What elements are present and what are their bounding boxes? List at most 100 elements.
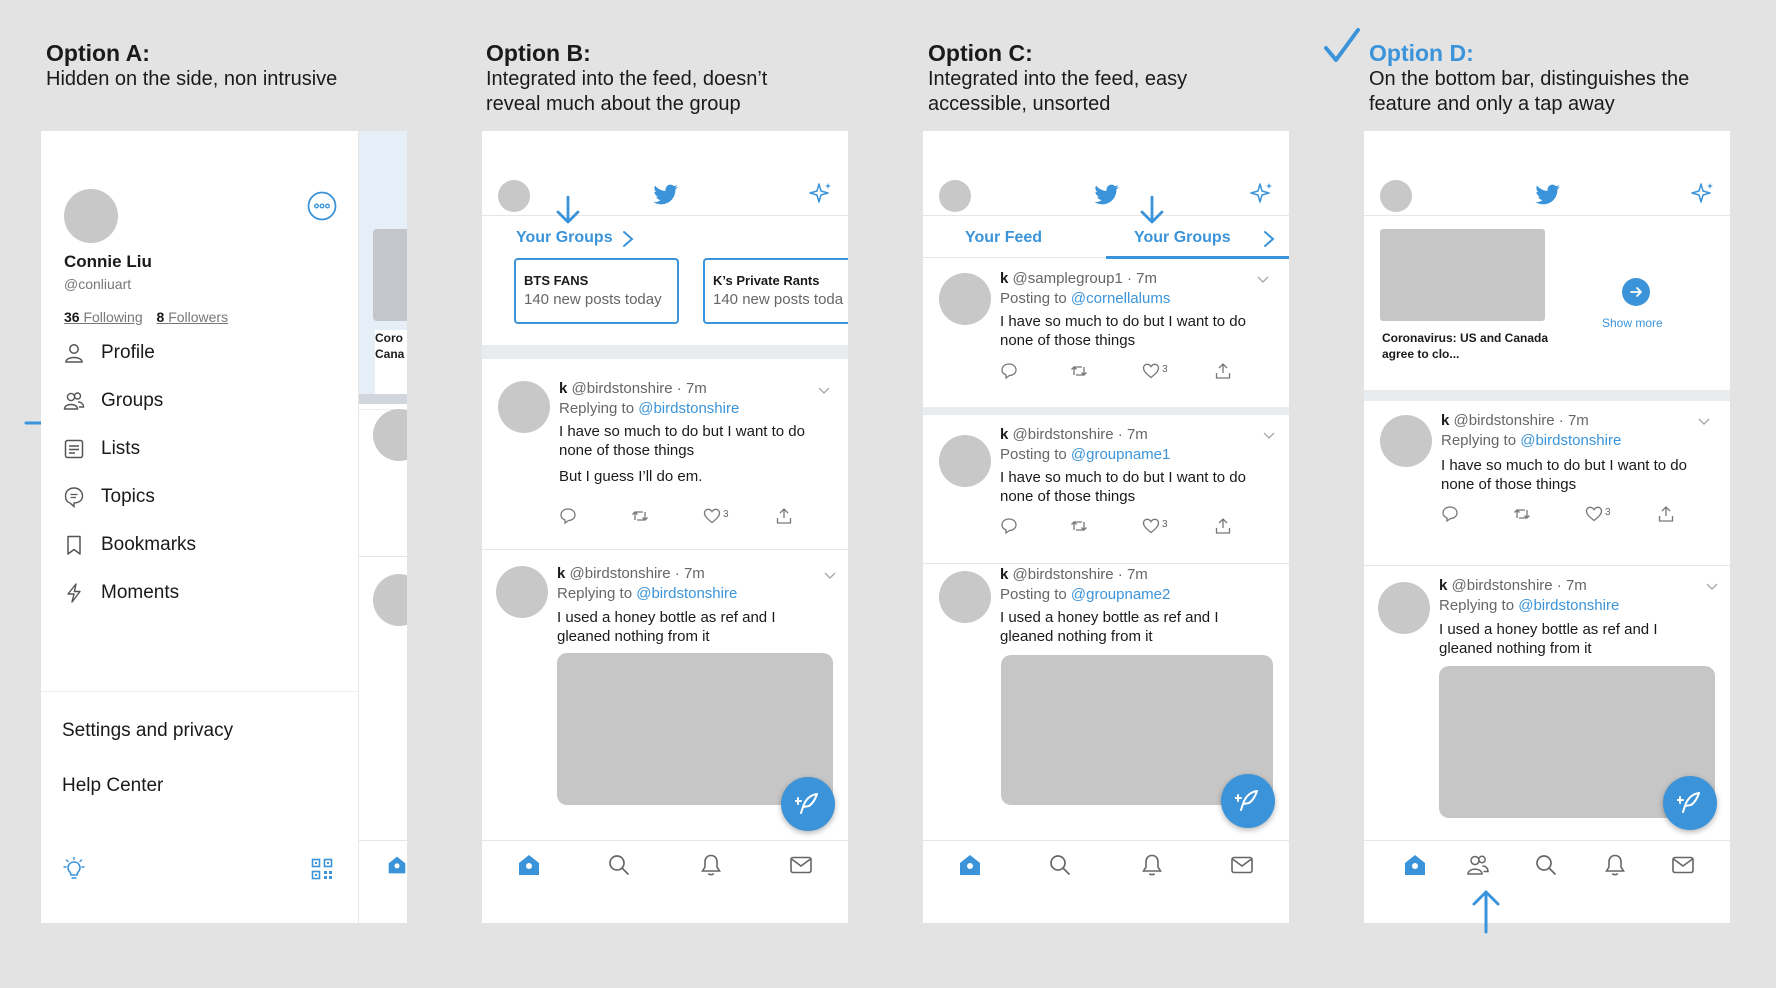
home-icon — [388, 856, 406, 874]
compose-button[interactable] — [781, 777, 835, 831]
menu-groups[interactable]: Groups — [63, 387, 163, 415]
tweet-text: I have so much to do but I want to do no… — [1441, 457, 1687, 493]
tweet-avatar[interactable] — [498, 381, 550, 433]
share-icon[interactable] — [1214, 362, 1232, 380]
groups-tab-icon[interactable] — [1466, 853, 1490, 877]
heart-icon[interactable] — [1142, 362, 1160, 380]
lightbulb-icon[interactable] — [61, 856, 87, 882]
sparkle-icon[interactable] — [809, 182, 833, 206]
chevron-down-icon[interactable] — [1706, 583, 1718, 591]
menu-moments[interactable]: Moments — [63, 579, 179, 607]
menu-lists[interactable]: Lists — [63, 435, 140, 463]
home-icon[interactable] — [958, 853, 982, 877]
retweet-icon[interactable] — [1513, 505, 1531, 523]
chevron-down-icon[interactable] — [818, 387, 830, 395]
avatar[interactable] — [498, 180, 530, 212]
news-caption[interactable]: Coronavirus: US and Canada agree to clo.… — [1382, 330, 1552, 362]
chevron-down-icon[interactable] — [824, 572, 836, 580]
tab-your-groups[interactable]: Your Groups — [1134, 229, 1231, 247]
share-icon[interactable] — [775, 507, 793, 525]
following-link[interactable]: 36 Following — [64, 309, 143, 325]
tweet-replying: Replying to @birdstonshire — [557, 585, 737, 602]
tweet-avatar[interactable] — [1380, 415, 1432, 467]
search-icon[interactable] — [1534, 853, 1558, 877]
group-card[interactable]: BTS FANS 140 new posts today — [514, 258, 679, 324]
chevron-down-icon[interactable] — [1263, 432, 1275, 440]
tweet[interactable]: k @birdstonshire · 7m Replying to @birds… — [1364, 401, 1730, 565]
heart-icon[interactable] — [703, 507, 721, 525]
feed-peek[interactable]: Coro Cana — [359, 131, 407, 923]
notifications-bell-icon[interactable] — [699, 853, 723, 877]
reply-icon[interactable] — [1000, 517, 1018, 535]
profile-handle: @conliuart — [64, 276, 132, 292]
chevron-down-icon[interactable] — [1698, 418, 1710, 426]
tab-your-feed[interactable]: Your Feed — [965, 229, 1042, 247]
sparkle-icon[interactable] — [1250, 182, 1274, 206]
tweet-avatar[interactable] — [939, 435, 991, 487]
share-icon[interactable] — [1657, 505, 1675, 523]
qr-code-icon[interactable] — [311, 858, 333, 880]
tweet-avatar[interactable] — [939, 571, 991, 623]
retweet-icon[interactable] — [631, 507, 649, 525]
home-icon[interactable] — [517, 853, 541, 877]
messages-envelope-icon[interactable] — [1230, 853, 1254, 877]
show-more-button[interactable] — [1622, 278, 1650, 306]
chevron-right-icon[interactable] — [1263, 230, 1275, 248]
tweet-header: k @birdstonshire · 7m — [1000, 426, 1148, 443]
settings-privacy-link[interactable]: Settings and privacy — [62, 720, 233, 742]
option-a-title: Option A: — [46, 40, 150, 66]
avatar[interactable] — [1380, 180, 1412, 212]
tweet[interactable]: k @birdstonshire · 7m Posting to @groupn… — [923, 415, 1289, 563]
followers-link[interactable]: 8 Followers — [157, 309, 229, 325]
search-icon[interactable] — [607, 853, 631, 877]
menu-profile[interactable]: Profile — [63, 339, 155, 367]
notifications-bell-icon[interactable] — [1603, 853, 1627, 877]
retweet-icon[interactable] — [1070, 517, 1088, 535]
avatar[interactable] — [64, 189, 118, 243]
group-handle-link[interactable]: @cornellalums — [1071, 290, 1170, 307]
tweet-avatar[interactable] — [1378, 582, 1430, 634]
more-options-icon[interactable] — [307, 191, 337, 221]
menu-profile-label: Profile — [101, 342, 155, 363]
compose-button[interactable] — [1663, 776, 1717, 830]
replying-handle-link[interactable]: @birdstonshire — [636, 585, 737, 602]
search-icon[interactable] — [1048, 853, 1072, 877]
reply-icon[interactable] — [559, 507, 577, 525]
sparkle-icon[interactable] — [1691, 182, 1715, 206]
reply-icon[interactable] — [1000, 362, 1018, 380]
menu-moments-label: Moments — [101, 582, 180, 603]
help-center-link[interactable]: Help Center — [62, 775, 163, 797]
avatar[interactable] — [939, 180, 971, 212]
menu-bookmarks[interactable]: Bookmarks — [63, 531, 196, 559]
retweet-icon[interactable] — [1070, 362, 1088, 380]
heart-icon[interactable] — [1142, 517, 1160, 535]
notifications-bell-icon[interactable] — [1140, 853, 1164, 877]
home-icon[interactable] — [1403, 853, 1427, 877]
option-a-desc: Hidden on the side, non intrusive — [46, 68, 338, 90]
messages-envelope-icon[interactable] — [789, 853, 813, 877]
reply-icon[interactable] — [1441, 505, 1459, 523]
tweet-avatar[interactable] — [939, 273, 991, 325]
groups-icon — [63, 392, 85, 410]
messages-envelope-icon[interactable] — [1671, 853, 1695, 877]
replying-handle-link[interactable]: @birdstonshire — [1520, 432, 1621, 449]
replying-handle-link[interactable]: @birdstonshire — [638, 400, 739, 417]
replying-handle-link[interactable]: @birdstonshire — [1518, 597, 1619, 614]
tweet-author: k — [557, 565, 566, 582]
tweet[interactable]: k @birdstonshire · 7m Replying to @birds… — [482, 359, 848, 549]
news-thumbnail[interactable] — [1380, 229, 1545, 321]
tweet[interactable]: k @samplegroup1 · 7m Posting to @cornell… — [923, 259, 1289, 407]
chevron-right-icon[interactable] — [622, 230, 634, 248]
compose-button[interactable] — [1221, 774, 1275, 828]
group-card[interactable]: K’s Private Rants 140 new posts toda — [703, 258, 848, 324]
show-more-link[interactable]: Show more — [1602, 316, 1663, 330]
group-handle-link[interactable]: @groupname2 — [1071, 586, 1170, 603]
chevron-down-icon[interactable] — [1257, 276, 1269, 284]
your-groups-link[interactable]: Your Groups — [516, 229, 613, 247]
menu-topics[interactable]: Topics — [63, 483, 155, 511]
share-icon[interactable] — [1214, 517, 1232, 535]
heart-icon[interactable] — [1585, 505, 1603, 523]
tweet-header: k @samplegroup1 · 7m — [1000, 270, 1157, 287]
group-handle-link[interactable]: @groupname1 — [1071, 446, 1170, 463]
tweet-avatar[interactable] — [496, 566, 548, 618]
